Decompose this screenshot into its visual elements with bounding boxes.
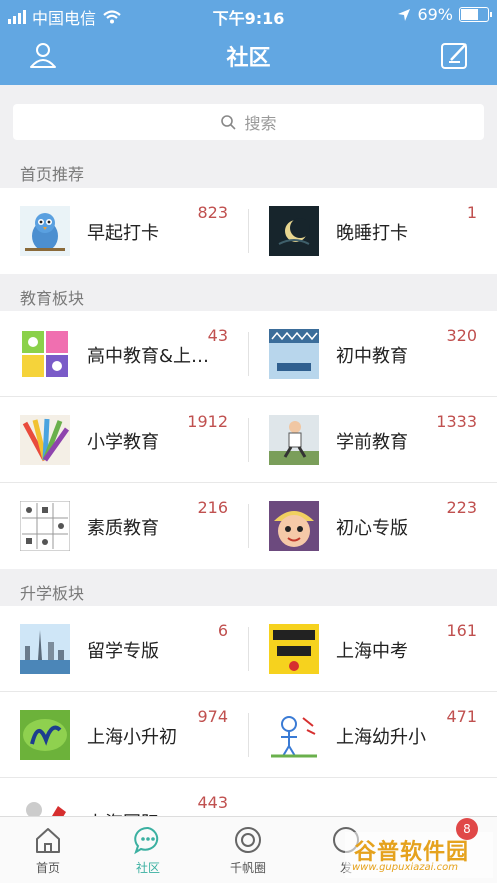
forum-tile[interactable]: 晚睡打卡 1 [249,188,497,274]
section-label: 升学板块 [20,584,85,603]
chat-icon [134,826,159,855]
notification-badge: 8 [456,818,478,840]
kid-jump-thumbnail [269,415,319,465]
section-grid-education: 高中教育&上… 43 初中教育 320 小学教育 1912 学前教育 1333 … [0,311,497,569]
tab-label: 社区 [135,861,160,875]
status-bar: 中国电信 下午9:16 69% [0,0,497,28]
grid-row: 小学教育 1912 学前教育 1333 [0,397,497,483]
green-logo-thumbnail [20,710,70,760]
section-label: 首页推荐 [20,165,85,184]
forum-name: 上海幼升小 [336,727,426,748]
forum-tile[interactable]: 早起打卡 823 [0,188,248,274]
location-arrow-icon [398,8,411,21]
section-label: 教育板块 [20,289,85,308]
cartoon-face-thumbnail [269,501,319,551]
chart-grid-thumbnail [20,501,70,551]
forum-count: 1333 [436,412,477,431]
forum-count: 974 [197,707,228,726]
forum-count: 1 [466,203,477,222]
search-placeholder: 搜索 [244,114,277,133]
forum-name: 上海小升初 [87,727,177,748]
forum-tile[interactable]: 初心专版 223 [249,483,497,569]
page-title: 社区 [226,46,271,71]
forum-tile[interactable]: 上海中考 161 [249,606,497,692]
forum-count: 443 [197,793,228,812]
circle-icon [235,827,261,853]
forum-count: 223 [446,498,477,517]
search-bar[interactable]: 搜索 [13,104,484,140]
tab-circle[interactable]: 千帆圈 [208,825,288,876]
tab-community[interactable]: 社区 [108,825,188,876]
watermark-url: www.gupuxiazai.com [352,862,458,873]
forum-count: 161 [446,621,477,640]
forum-name: 小学教育 [87,432,159,453]
forum-count: 216 [197,498,228,517]
grid-row: 素质教育 216 初心专版 223 [0,483,497,569]
blue-poster-thumbnail [269,329,319,379]
flowers-thumbnail [20,329,70,379]
forum-tile[interactable]: 素质教育 216 [0,483,248,569]
forum-count: 320 [446,326,477,345]
forum-count: 1912 [187,412,228,431]
forum-count: 471 [446,707,477,726]
moon-thumbnail [269,206,319,256]
forum-tile[interactable]: 初中教育 320 [249,311,497,397]
grid-row: 上海小升初 974 上海幼升小 471 [0,692,497,778]
battery-icon [459,7,492,22]
forum-tile[interactable]: 上海幼升小 471 [249,692,497,778]
tab-home[interactable]: 首页 [8,825,88,876]
grid-row: 留学专版 6 上海中考 161 [0,606,497,692]
forum-tile[interactable]: 上海小升初 974 [0,692,248,778]
forum-tile[interactable]: 小学教育 1912 [0,397,248,483]
compose-icon[interactable] [440,40,470,70]
battery-percent: 69% [417,5,453,24]
grid-row: 早起打卡 823 晚睡打卡 1 [0,188,497,274]
home-icon [36,828,60,853]
kid-drawing-thumbnail [269,710,319,760]
forum-name: 初中教育 [336,346,408,367]
forum-name: 初心专版 [336,518,408,539]
tab-label: 千帆圈 [229,861,266,875]
section-grid-recommend: 早起打卡 823 晚睡打卡 1 [0,188,497,274]
forum-count: 6 [217,621,228,640]
forum-tile[interactable]: 高中教育&上… 43 [0,311,248,397]
tab-label: 首页 [35,861,60,875]
forum-name: 上海中考 [336,641,408,662]
forum-tile[interactable]: 留学专版 6 [0,606,248,692]
forum-name: 留学专版 [87,641,159,662]
forum-name: 高中教育&上… [87,346,210,367]
search-icon [221,115,237,130]
grid-row: 高中教育&上… 43 初中教育 320 [0,311,497,397]
bird-thumbnail [20,206,70,256]
city-skyline-thumbnail [20,624,70,674]
forum-count: 823 [197,203,228,222]
forum-name: 素质教育 [87,518,159,539]
forum-count: 43 [207,326,228,345]
forum-name: 学前教育 [336,432,408,453]
yellow-poster-thumbnail [269,624,319,674]
forum-name: 早起打卡 [87,223,159,244]
pencils-thumbnail [20,415,70,465]
app-header: 中国电信 下午9:16 69% 社区 [0,0,497,85]
forum-name: 晚睡打卡 [336,223,408,244]
forum-tile[interactable]: 学前教育 1333 [249,397,497,483]
